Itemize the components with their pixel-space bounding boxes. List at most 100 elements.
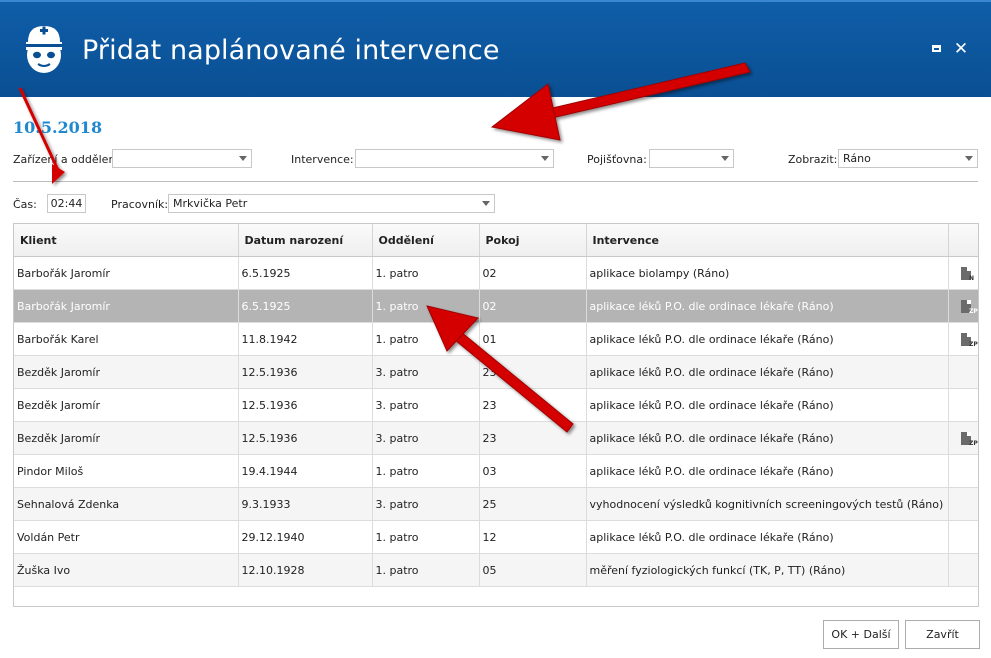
cell-department: 3. patro <box>372 487 480 521</box>
cell-intervention: aplikace léků P.O. dle ordinace lékaře (… <box>586 520 949 554</box>
table-row[interactable]: Žuška Ivo 12.10.1928 1. patro 05 měření fyzi… <box>14 553 978 587</box>
document-icon-tag: N <box>969 274 975 282</box>
maximize-icon <box>932 45 941 52</box>
table-row[interactable]: Barbořák Karel 11.8.1942 1. patro 01 aplikac… <box>14 322 978 356</box>
cell-room: 02 <box>479 256 587 290</box>
close-button[interactable]: Zavřít <box>905 620 980 649</box>
facility-label: Zařízení a oddělení: <box>13 153 123 166</box>
table-row[interactable]: Bezděk Jaromír 12.5.1936 3. patro 23 aplikac… <box>14 355 978 389</box>
document-icon[interactable]: ZP <box>961 431 977 446</box>
column-header-intervention[interactable]: Intervence <box>586 224 949 257</box>
chevron-down-icon <box>482 201 490 206</box>
cell-icon <box>948 388 978 422</box>
cell-client: Voldán Petr <box>14 520 239 554</box>
column-header-icon[interactable] <box>948 224 978 257</box>
table-row[interactable]: Pindor Miloš 19.4.1944 1. patro 03 aplikace … <box>14 454 978 488</box>
time-label: Čas: <box>13 198 37 211</box>
chevron-down-icon <box>239 156 247 161</box>
cell-intervention: aplikace léků P.O. dle ordinace lékaře (… <box>586 355 949 389</box>
cell-icon <box>948 355 978 389</box>
cell-icon: N <box>948 256 978 290</box>
intervention-label: Intervence: <box>291 153 354 166</box>
cell-client: Barbořák Karel <box>14 322 239 356</box>
cell-client: Barbořák Jaromír <box>14 289 239 323</box>
cell-room: 01 <box>479 322 587 356</box>
nurse-icon <box>26 26 62 73</box>
table-row[interactable]: Barbořák Jaromír 6.5.1925 1. patro 02 aplika… <box>14 256 978 290</box>
worker-label: Pracovník: <box>111 198 169 211</box>
document-icon-tag: ZP <box>969 340 978 348</box>
column-header-client[interactable]: Klient <box>14 224 239 257</box>
cell-client: Bezděk Jaromír <box>14 421 239 455</box>
cell-birthdate: 12.5.1936 <box>238 355 373 389</box>
cell-birthdate: 6.5.1925 <box>238 289 373 323</box>
cell-room: 23 <box>479 355 587 389</box>
intervention-dropdown[interactable] <box>355 149 554 168</box>
cell-birthdate: 12.5.1936 <box>238 388 373 422</box>
time-input[interactable]: 02:44 <box>47 194 86 213</box>
cell-client: Bezděk Jaromír <box>14 355 239 389</box>
cell-birthdate: 12.10.1928 <box>238 553 373 587</box>
cell-birthdate: 29.12.1940 <box>238 520 373 554</box>
window-title: Přidat naplánované intervence <box>82 35 500 66</box>
close-icon: ✕ <box>953 39 969 59</box>
cell-icon: ZP <box>948 421 978 455</box>
cell-room: 25 <box>479 487 587 521</box>
show-value: Ráno <box>843 152 871 165</box>
table-row[interactable]: Barbořák Jaromír 6.5.1925 1. patro 02 aplika… <box>14 289 978 323</box>
insurance-dropdown[interactable] <box>649 149 734 168</box>
cell-department: 3. patro <box>372 421 480 455</box>
maximize-button[interactable] <box>928 40 946 58</box>
ok-next-button[interactable]: OK + Další <box>823 620 899 649</box>
cell-icon <box>948 487 978 521</box>
close-window-button[interactable]: ✕ <box>952 40 970 58</box>
table-header: Klient Datum narození Oddělení Pokoj Int… <box>14 224 978 257</box>
cell-birthdate: 6.5.1925 <box>238 256 373 290</box>
chevron-down-icon <box>721 156 729 161</box>
cell-client: Pindor Miloš <box>14 454 239 488</box>
cell-intervention: aplikace léků P.O. dle ordinace lékaře (… <box>586 322 949 356</box>
document-icon[interactable]: ZP <box>961 299 977 314</box>
facility-dropdown[interactable] <box>112 149 252 168</box>
table-row[interactable]: Voldán Petr 29.12.1940 1. patro 12 aplikace … <box>14 520 978 554</box>
cell-birthdate: 11.8.1942 <box>238 322 373 356</box>
column-header-department[interactable]: Oddělení <box>372 224 480 257</box>
table-row[interactable]: Bezděk Jaromír 12.5.1936 3. patro 23 aplikac… <box>14 388 978 422</box>
column-header-birthdate[interactable]: Datum narození <box>238 224 373 257</box>
table-row[interactable]: Sehnalová Zdenka 9.3.1933 3. patro 25 vyhodn… <box>14 487 978 521</box>
cell-intervention: aplikace léků P.O. dle ordinace lékaře (… <box>586 289 949 323</box>
cell-room: 23 <box>479 388 587 422</box>
interventions-grid[interactable]: Klient Datum narození Oddělení Pokoj Int… <box>13 223 979 607</box>
cell-department: 1. patro <box>372 553 480 587</box>
cell-intervention: měření fyziologických funkcí (TK, P, TT)… <box>586 553 949 587</box>
cell-department: 1. patro <box>372 520 480 554</box>
table-row[interactable]: Bezděk Jaromír 12.5.1936 3. patro 23 aplikac… <box>14 421 978 455</box>
cell-birthdate: 19.4.1944 <box>238 454 373 488</box>
show-dropdown[interactable]: Ráno <box>838 149 978 168</box>
cell-room: 02 <box>479 289 587 323</box>
cell-department: 1. patro <box>372 289 480 323</box>
cell-intervention: vyhodnocení výsledků kognitivních screen… <box>586 487 949 521</box>
cell-birthdate: 12.5.1936 <box>238 421 373 455</box>
interventions-table: Klient Datum narození Oddělení Pokoj Int… <box>14 224 978 587</box>
document-icon-tag: ZP <box>969 307 978 315</box>
column-header-room[interactable]: Pokoj <box>479 224 587 257</box>
cell-icon <box>948 520 978 554</box>
cell-icon: ZP <box>948 289 978 323</box>
cell-department: 1. patro <box>372 322 480 356</box>
cell-client: Žuška Ivo <box>14 553 239 587</box>
document-icon[interactable]: N <box>961 266 975 282</box>
document-icon[interactable]: ZP <box>961 332 977 347</box>
worker-dropdown[interactable]: Mrkvička Petr <box>168 194 495 213</box>
cell-icon <box>948 553 978 587</box>
cell-room: 05 <box>479 553 587 587</box>
show-label: Zobrazit: <box>788 153 838 166</box>
chevron-down-icon <box>541 156 549 161</box>
cell-intervention: aplikace léků P.O. dle ordinace lékaře (… <box>586 421 949 455</box>
cell-birthdate: 9.3.1933 <box>238 487 373 521</box>
cell-department: 3. patro <box>372 388 480 422</box>
cell-intervention: aplikace léků P.O. dle ordinace lékaře (… <box>586 388 949 422</box>
worker-value: Mrkvička Petr <box>173 197 248 210</box>
cell-client: Bezděk Jaromír <box>14 388 239 422</box>
cell-department: 1. patro <box>372 256 480 290</box>
